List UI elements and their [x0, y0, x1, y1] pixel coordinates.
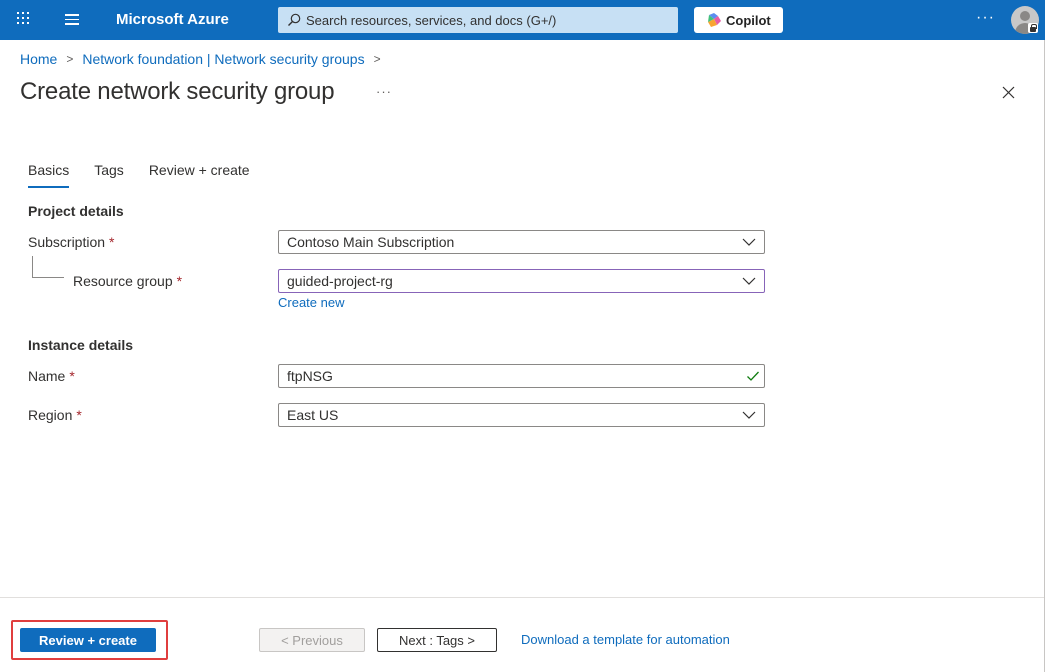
hamburger-menu-icon[interactable]: [65, 14, 79, 25]
required-marker: *: [76, 407, 82, 423]
breadcrumb: Home > Network foundation | Network secu…: [20, 51, 390, 67]
chevron-down-icon: [742, 411, 756, 419]
waffle-icon[interactable]: [17, 12, 31, 26]
chevron-down-icon: [742, 277, 756, 285]
subscription-dropdown[interactable]: Contoso Main Subscription: [278, 230, 765, 254]
subscription-value: Contoso Main Subscription: [287, 234, 455, 250]
footer-divider: [0, 597, 1045, 598]
previous-button[interactable]: < Previous: [259, 628, 365, 652]
review-create-button[interactable]: Review + create: [20, 628, 156, 652]
page-title: Create network security group: [20, 78, 335, 105]
chevron-right-icon: >: [66, 52, 74, 66]
copilot-label: Copilot: [726, 12, 771, 28]
search-icon: [288, 13, 301, 26]
tab-list: Basics Tags Review + create: [28, 162, 275, 188]
create-new-resource-group-link[interactable]: Create new: [278, 295, 344, 310]
tab-basics[interactable]: Basics: [28, 162, 70, 188]
resource-group-dropdown[interactable]: guided-project-rg: [278, 269, 765, 293]
region-label: Region *: [28, 407, 82, 423]
brand-title[interactable]: Microsoft Azure: [116, 11, 229, 28]
copilot-icon: [708, 13, 721, 27]
more-options-icon[interactable]: ···: [976, 9, 995, 27]
chevron-down-icon: [742, 238, 756, 246]
resource-group-label: Resource group *: [73, 273, 183, 289]
next-tags-button[interactable]: Next : Tags >: [377, 628, 497, 652]
resource-group-value: guided-project-rg: [287, 273, 393, 289]
required-marker: *: [69, 368, 75, 384]
global-search[interactable]: [278, 7, 678, 33]
region-dropdown[interactable]: East US: [278, 403, 765, 427]
checkmark-icon: [747, 371, 759, 381]
name-input[interactable]: ftpNSG: [278, 364, 765, 388]
breadcrumb-network-security-groups[interactable]: Network foundation | Network security gr…: [82, 51, 364, 67]
lock-icon: [1028, 23, 1038, 33]
chevron-right-icon: >: [373, 52, 381, 66]
required-marker: *: [176, 273, 183, 289]
close-icon[interactable]: [1000, 84, 1016, 100]
breadcrumb-home[interactable]: Home: [20, 51, 57, 67]
region-value: East US: [287, 407, 339, 423]
name-label: Name *: [28, 368, 75, 384]
title-more-options-icon[interactable]: ···: [376, 84, 392, 99]
name-value: ftpNSG: [287, 368, 333, 384]
top-navigation-bar: Microsoft Azure Copilot ···: [0, 0, 1045, 40]
download-template-link[interactable]: Download a template for automation: [521, 632, 730, 647]
instance-details-heading: Instance details: [28, 337, 134, 353]
tab-tags[interactable]: Tags: [94, 162, 124, 188]
copilot-button[interactable]: Copilot: [694, 7, 783, 33]
search-input[interactable]: [306, 7, 671, 33]
project-details-heading: Project details: [28, 203, 124, 219]
tree-connector: [32, 256, 64, 278]
subscription-label: Subscription *: [28, 234, 115, 250]
required-marker: *: [109, 234, 115, 250]
tab-review-create[interactable]: Review + create: [149, 162, 250, 188]
